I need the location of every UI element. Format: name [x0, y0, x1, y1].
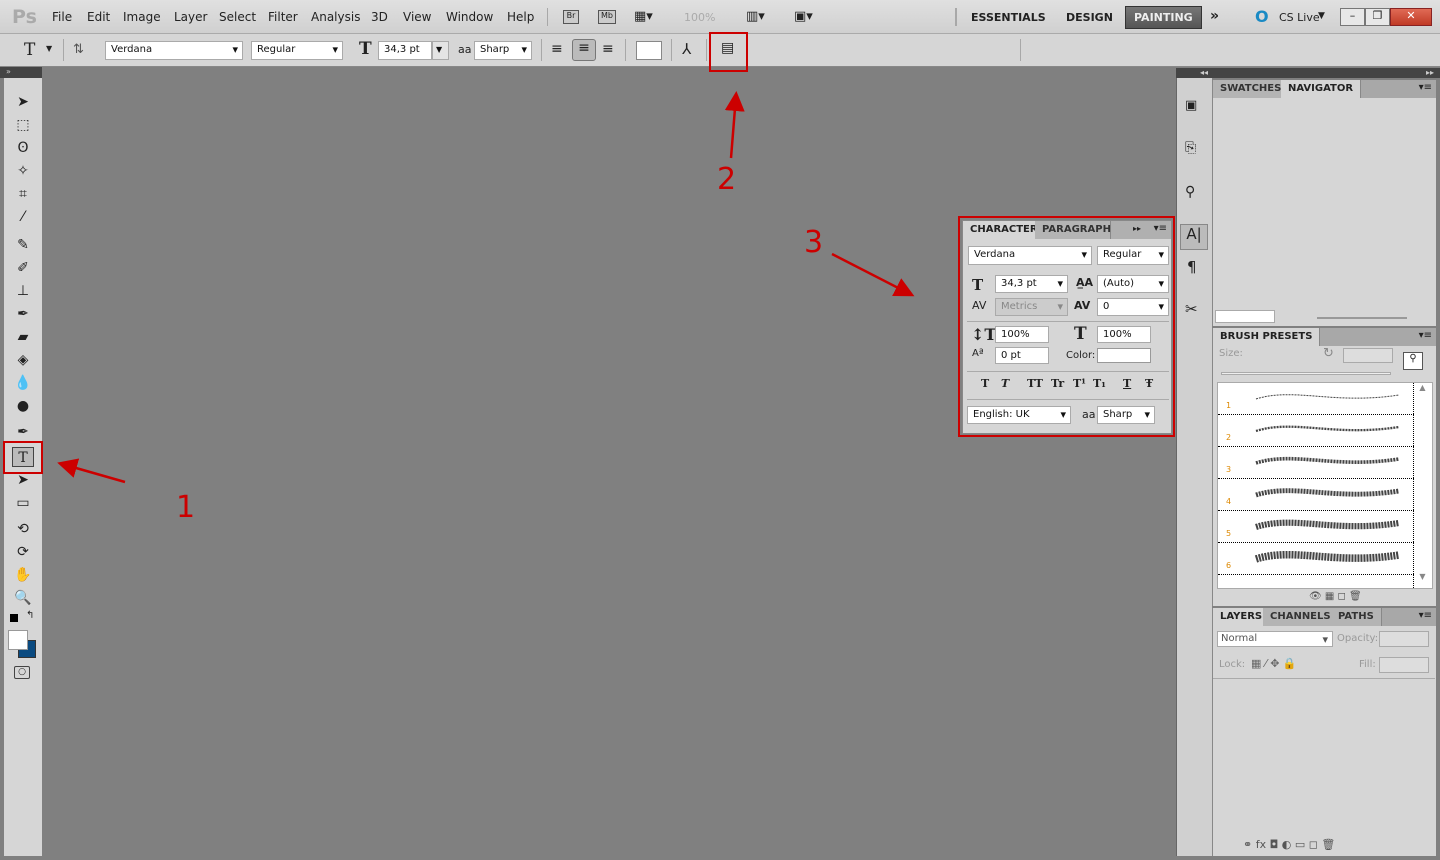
annotation-arrows	[57, 91, 915, 484]
arrow-2	[724, 91, 745, 159]
arrow-1	[57, 458, 126, 484]
arrow-3	[831, 252, 915, 297]
